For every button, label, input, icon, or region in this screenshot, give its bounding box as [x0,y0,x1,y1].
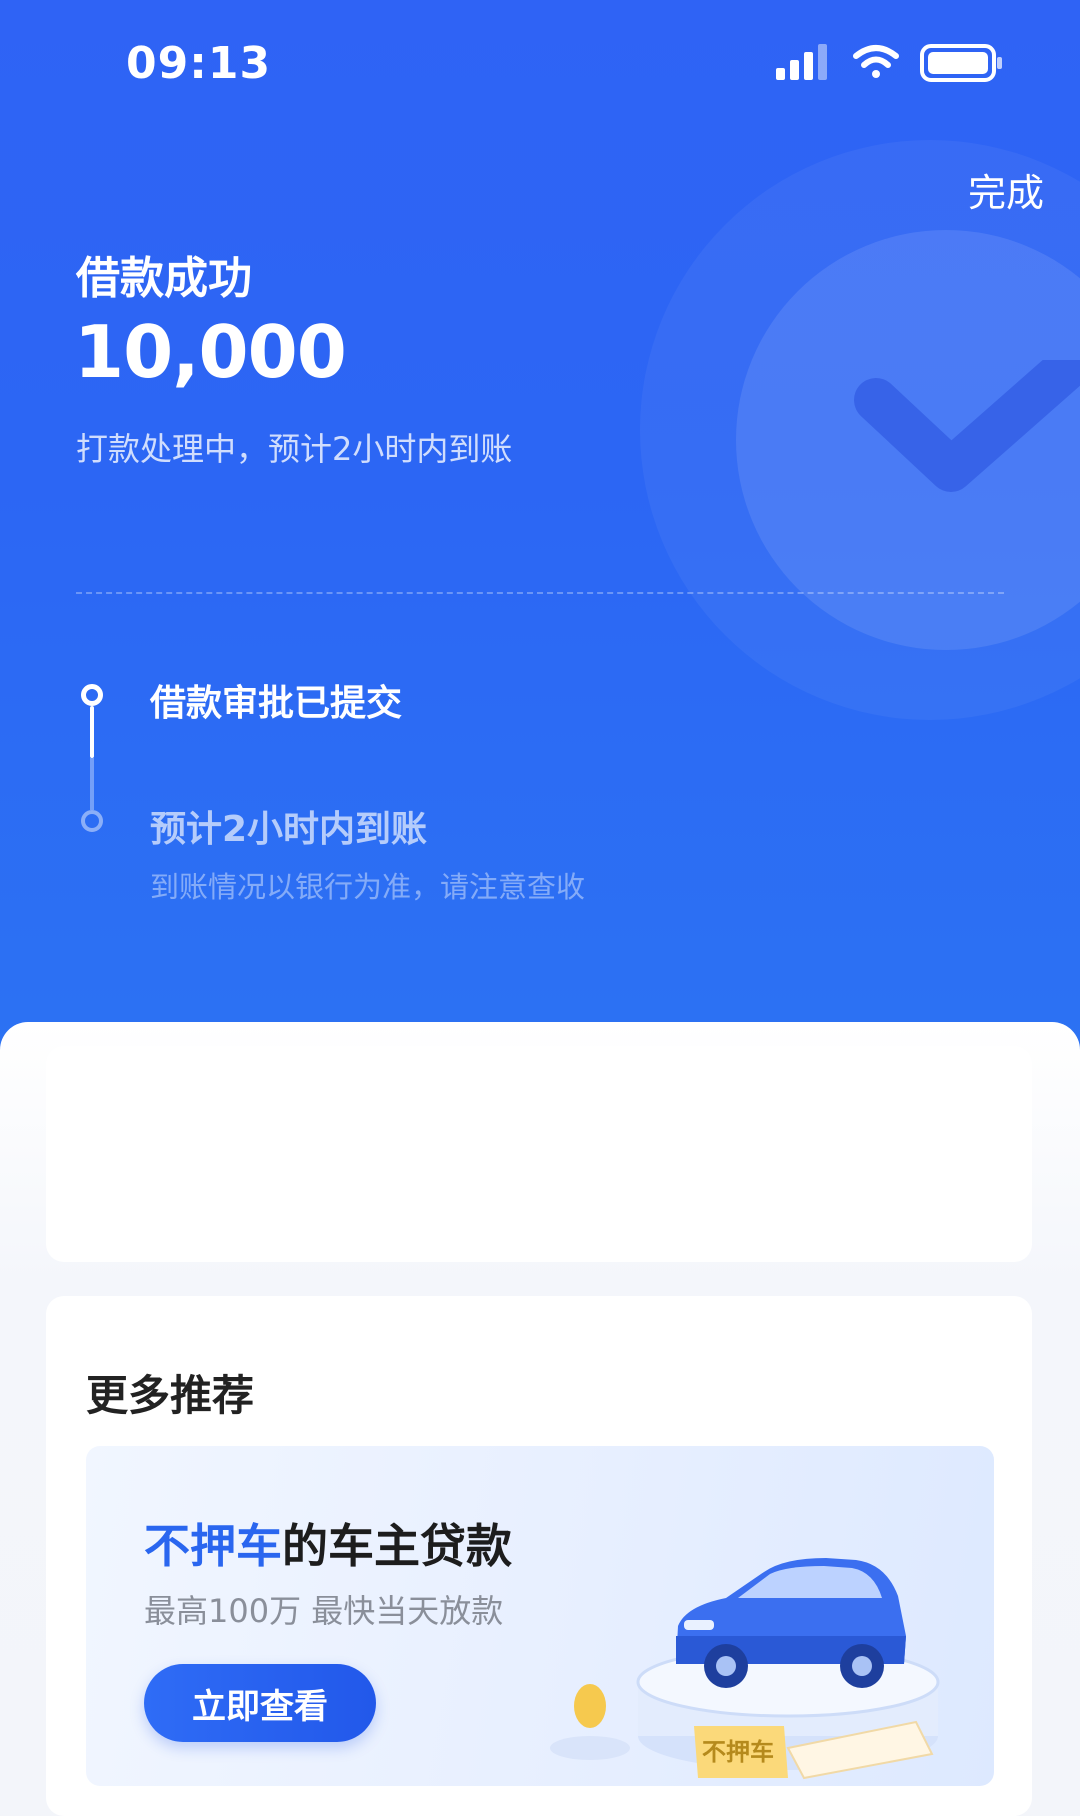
status-bar-icons [776,44,1002,82]
timeline-dot-active [81,684,103,706]
promo-title: 不押车的车主贷款 [144,1510,512,1576]
view-now-button[interactable]: 立即查看 [144,1664,376,1742]
info-card [46,1046,1032,1262]
page-title: 借款成功 [76,253,252,304]
battery-icon [920,44,1002,82]
car-illustration: 不押车 [550,1558,940,1780]
status-bar-time: 09:13 [126,38,272,89]
car-loan-promo-banner[interactable]: 不押车的车主贷款 最高100万 最快当天放款 立即查看 不押车 [86,1446,994,1786]
done-button[interactable]: 完成 [968,162,1044,217]
checkmark-icon [854,360,1080,492]
loan-success-header: 09:13 完成 借款成功 10,000 打款处理中，预计2小时内到账 借款审批… [0,0,1080,1060]
timeline-line [90,706,94,758]
loan-amount: 10,000 [74,310,347,394]
wifi-icon [853,45,899,78]
timeline-dot-pending [81,810,103,832]
timeline-step-arrival: 预计2小时内到账 [150,809,428,850]
promo-title-highlight: 不押车 [144,1519,282,1573]
timeline-step-note: 到账情况以银行为准，请注意查收 [150,870,586,904]
recommend-section-title: 更多推荐 [86,1371,255,1420]
promo-title-rest: 的车主贷款 [282,1519,512,1573]
dashed-divider [76,592,1004,594]
promo-subtitle: 最高100万 最快当天放款 [144,1592,504,1630]
processing-status: 打款处理中，预计2小时内到账 [76,430,513,468]
signal-icon [776,44,827,80]
no-car-pledge-tag: 不押车 [702,1738,774,1766]
timeline-line [90,758,94,810]
timeline-step-submitted: 借款审批已提交 [150,683,403,724]
